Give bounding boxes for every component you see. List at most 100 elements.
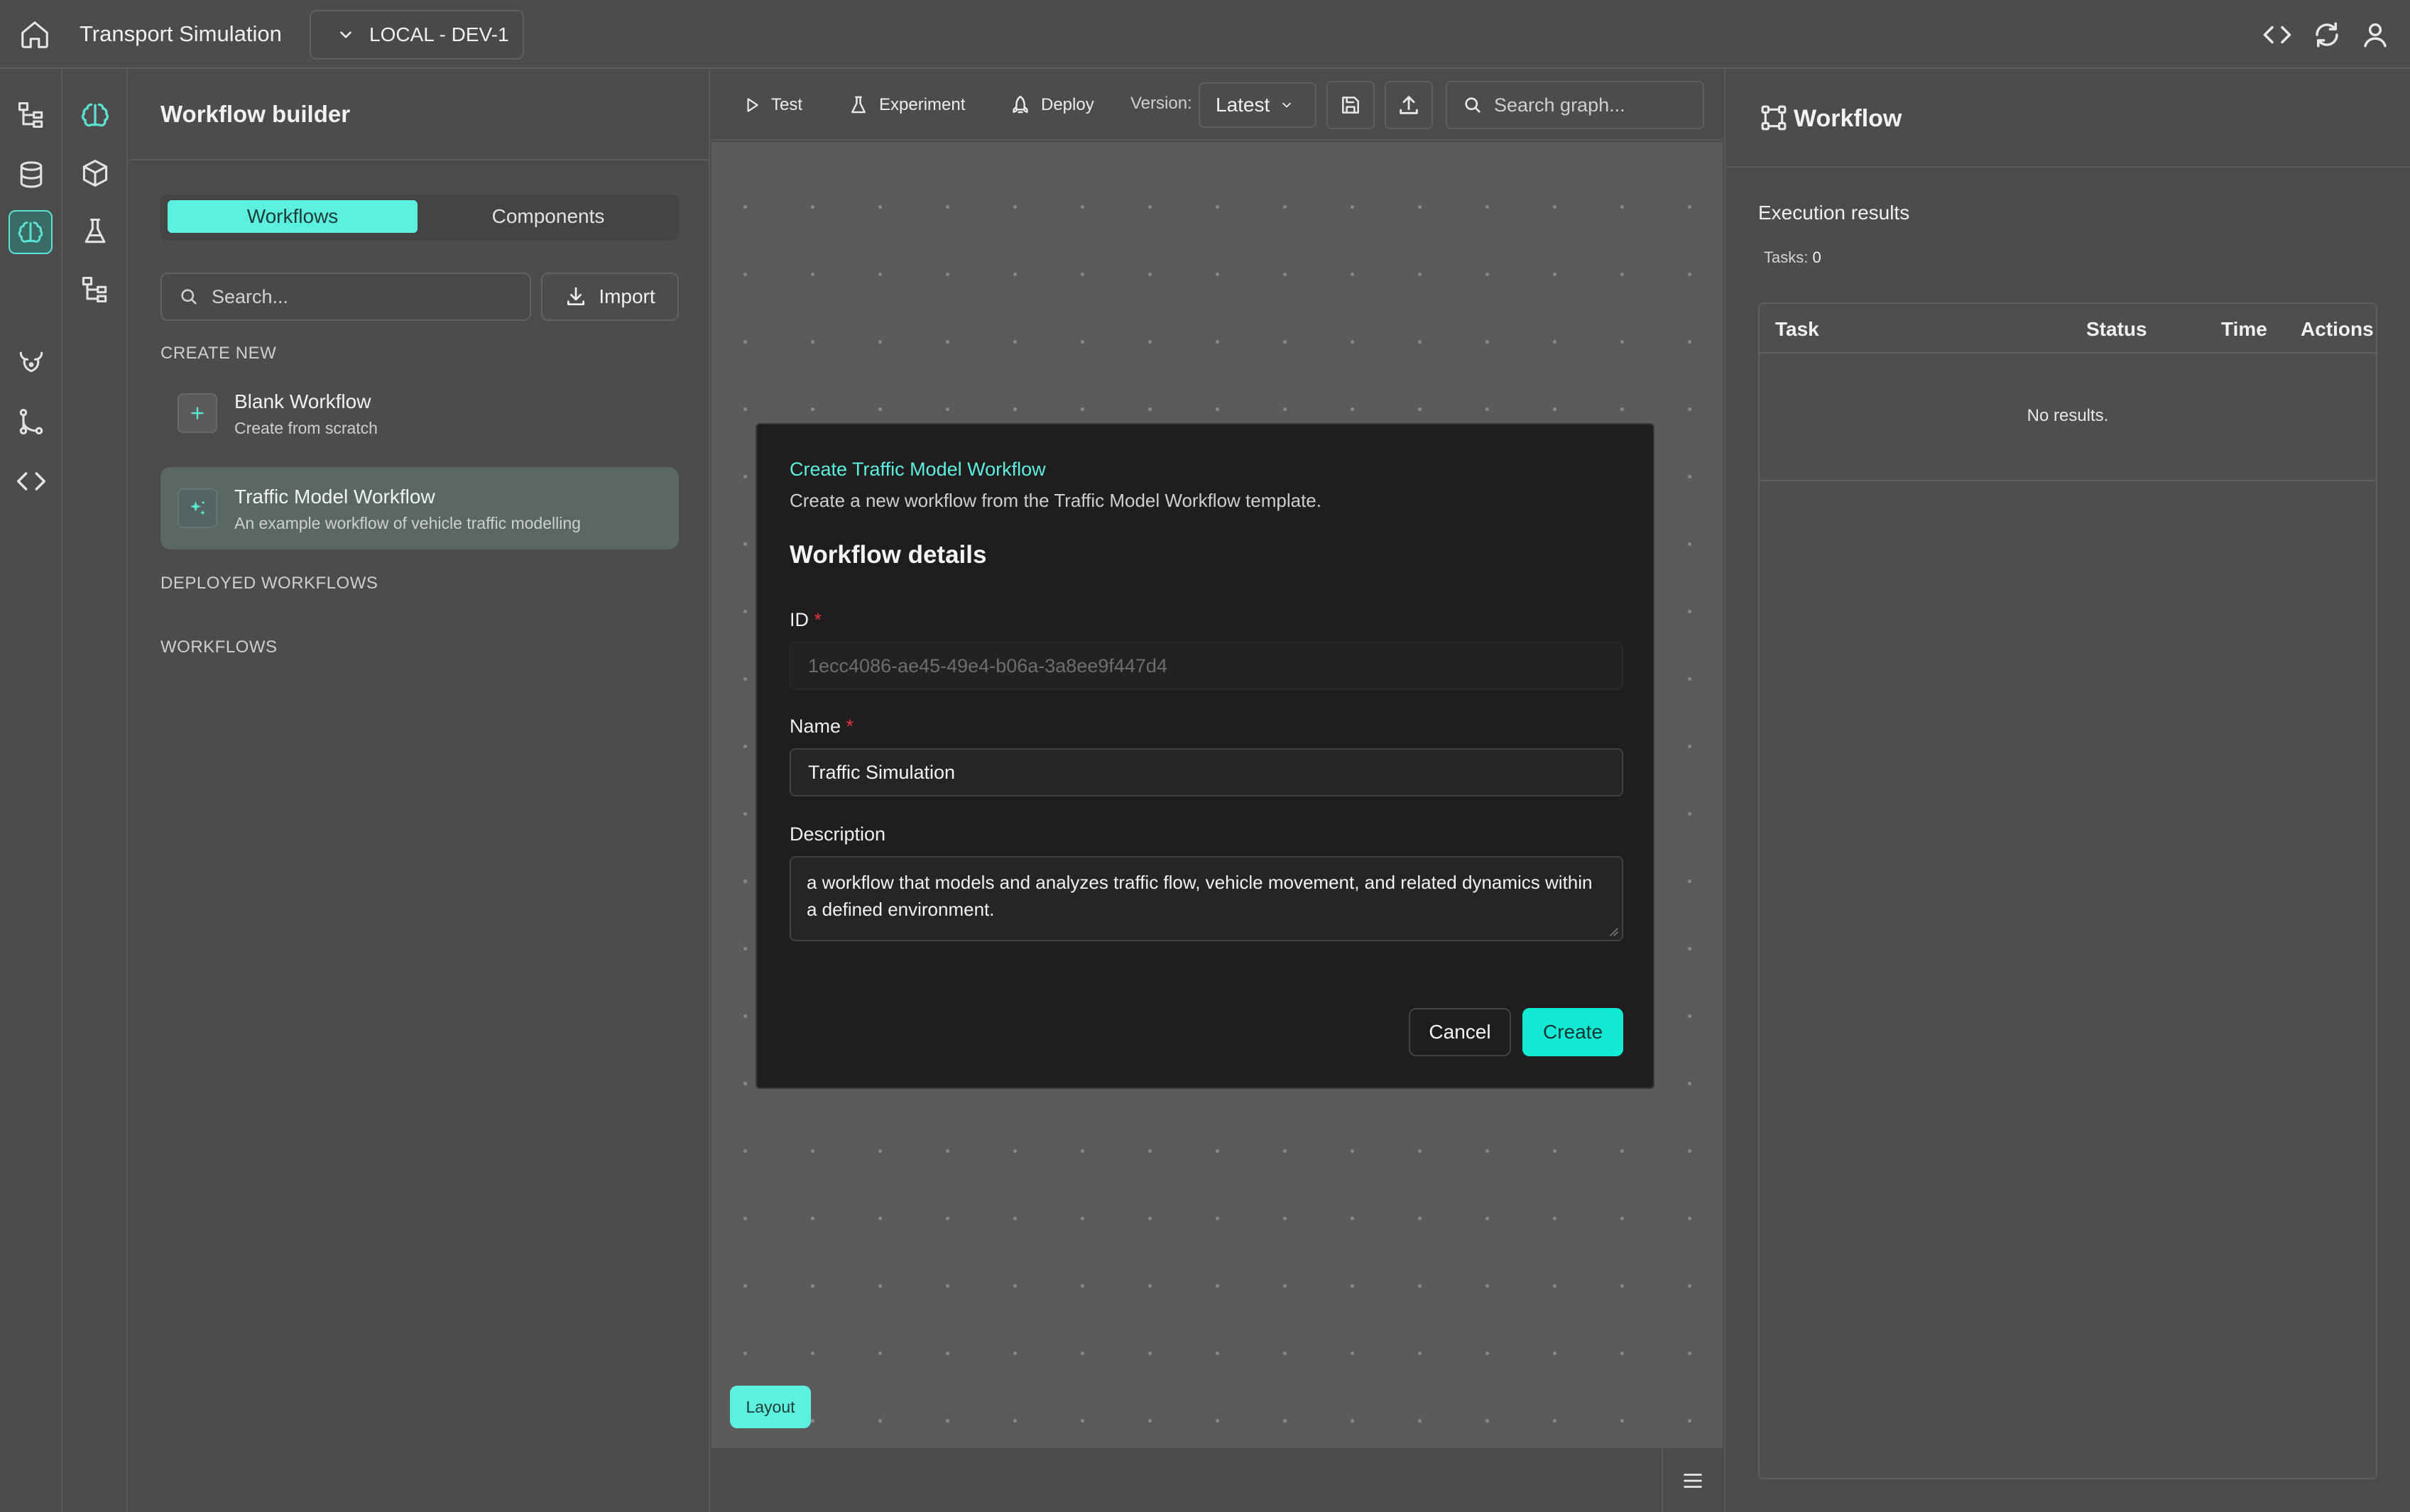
workflow-icon (1760, 104, 1788, 132)
brain-icon (16, 218, 45, 246)
database-icon[interactable] (16, 159, 47, 190)
results-table: Task Status Time Actions No results. (1758, 302, 2377, 1479)
import-button[interactable]: Import (541, 273, 679, 321)
menu-button[interactable] (1662, 1448, 1723, 1512)
upload-button[interactable] (1385, 81, 1433, 129)
tab-workflows[interactable]: Workflows (168, 200, 418, 233)
id-label: ID * (790, 609, 822, 631)
test-button[interactable]: Test (743, 91, 802, 119)
user-icon[interactable] (2360, 20, 2390, 50)
upload-icon (1397, 93, 1421, 117)
tasks-count: Tasks: 0 (1764, 248, 1821, 267)
hierarchy-icon[interactable] (80, 274, 111, 305)
test-label: Test (771, 95, 803, 114)
required-asterisk: * (846, 716, 854, 737)
template-blank-workflow[interactable]: Blank Workflow Create from scratch (160, 372, 679, 454)
code-icon[interactable] (16, 466, 47, 497)
column-header-actions: Actions (2301, 318, 2374, 340)
name-input[interactable] (808, 761, 1603, 784)
id-input[interactable] (808, 654, 1603, 677)
environment-select[interactable]: LOCAL - DEV-1 (310, 10, 524, 60)
version-select[interactable]: Latest (1199, 82, 1316, 128)
execution-results-title: Execution results (1758, 202, 1910, 224)
graph-search (1446, 81, 1707, 129)
dialog-kicker: Create Traffic Model Workflow (790, 459, 1046, 480)
search-icon (179, 287, 199, 307)
column-header-status: Status (2086, 318, 2147, 340)
panel-header: Workflow (1725, 70, 2410, 168)
import-label: Import (599, 285, 655, 307)
required-asterisk: * (814, 609, 822, 630)
flask-icon[interactable] (80, 216, 111, 247)
panel-header: Workflow builder (129, 70, 709, 160)
graph-search-input[interactable] (1494, 94, 1707, 116)
deploy-button[interactable]: Deploy (1010, 91, 1094, 119)
resize-handle-icon[interactable] (1608, 926, 1619, 937)
code-icon[interactable] (2262, 20, 2292, 50)
bull-icon[interactable] (16, 346, 47, 378)
description-textarea[interactable]: a workflow that models and analyzes traf… (791, 858, 1622, 940)
chevron-down-icon (1280, 98, 1294, 112)
home-icon[interactable] (18, 18, 51, 51)
flask-icon (848, 94, 869, 116)
tasks-value: 0 (1812, 248, 1821, 266)
tab-components[interactable]: Components (423, 200, 673, 233)
create-workflow-dialog: Create Traffic Model Workflow Create a n… (756, 423, 1654, 1089)
workflow-search (160, 273, 531, 321)
dialog-description: Create a new workflow from the Traffic M… (790, 490, 1321, 511)
workflow-details-panel: Workflow Execution results Tasks: 0 Task… (1724, 70, 2410, 1512)
name-label: Name * (790, 716, 854, 738)
template-title: Traffic Model Workflow (234, 486, 435, 508)
chevron-down-icon (337, 26, 355, 44)
layout-button[interactable]: Layout (730, 1386, 811, 1428)
panel-title: Workflow (1794, 105, 1902, 132)
search-input[interactable] (212, 285, 510, 308)
empty-state: No results. (2027, 406, 2109, 425)
brain-icon[interactable] (80, 99, 111, 131)
cube-icon[interactable] (80, 158, 111, 189)
panel-title: Workflow builder (160, 101, 351, 127)
id-field (790, 642, 1623, 690)
workflow-builder-panel: Workflow builder Workflows Components Im… (129, 70, 710, 1512)
name-field (790, 748, 1623, 796)
canvas-footer (711, 1447, 1723, 1512)
git-branch-icon[interactable] (16, 406, 47, 437)
top-bar: Transport Simulation LOCAL - DEV-1 (0, 0, 2410, 69)
hamburger-icon (1681, 1469, 1705, 1493)
secondary-nav-rail (64, 70, 128, 1512)
workflow-builder-nav[interactable] (9, 210, 53, 254)
refresh-icon[interactable] (2312, 20, 2342, 50)
play-icon (743, 96, 761, 114)
experiment-button[interactable]: Experiment (848, 91, 965, 119)
graph-toolbar: Test Experiment Deploy Version: Latest (711, 70, 1723, 141)
save-button[interactable] (1326, 81, 1375, 129)
column-header-task: Task (1775, 318, 1819, 340)
hierarchy-icon[interactable] (16, 99, 47, 131)
primary-nav-rail (0, 70, 62, 1512)
app-title: Transport Simulation (80, 21, 282, 46)
save-icon (1339, 94, 1362, 116)
deploy-label: Deploy (1041, 95, 1094, 114)
plus-icon (178, 393, 217, 433)
workflows-heading: WORKFLOWS (160, 637, 278, 657)
template-subtitle: An example workflow of vehicle traffic m… (234, 514, 581, 532)
table-header: Task Status Time Actions (1760, 304, 2376, 354)
description-label: Description (790, 823, 886, 845)
cancel-button[interactable]: Cancel (1409, 1008, 1511, 1056)
template-traffic-model-workflow[interactable]: Traffic Model Workflow An example workfl… (160, 467, 679, 549)
description-field: a workflow that models and analyzes traf… (790, 856, 1623, 941)
column-header-time: Time (2221, 318, 2267, 340)
dialog-heading: Workflow details (790, 541, 987, 569)
environment-label: LOCAL - DEV-1 (369, 23, 509, 45)
experiment-label: Experiment (879, 95, 966, 114)
version-label: Version: (1130, 94, 1192, 113)
download-icon (565, 285, 587, 308)
template-subtitle: Create from scratch (234, 419, 378, 437)
sparkle-icon (178, 488, 217, 528)
tab-group: Workflows Components (160, 195, 679, 240)
id-label-text: ID (790, 609, 809, 630)
tasks-label: Tasks: (1764, 248, 1809, 266)
rocket-icon (1010, 94, 1031, 116)
version-value: Latest (1216, 94, 1270, 116)
create-button[interactable]: Create (1522, 1008, 1623, 1056)
